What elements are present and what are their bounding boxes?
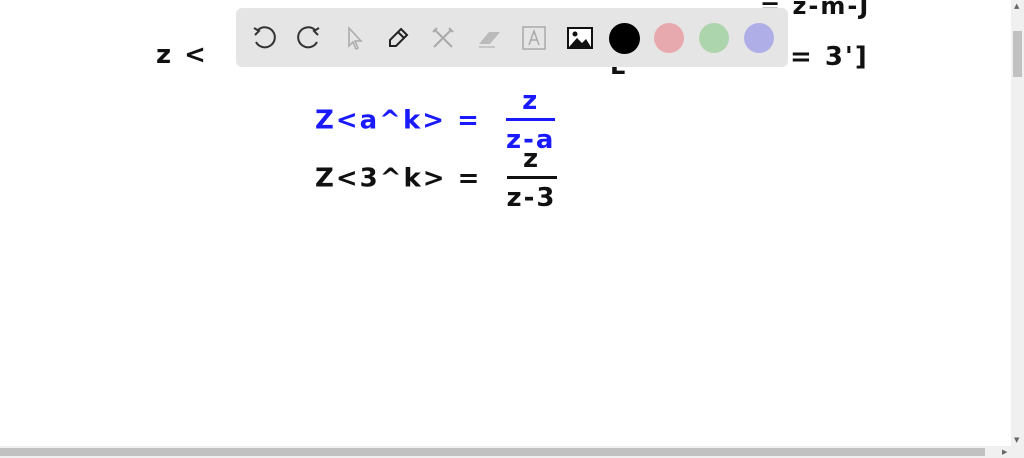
image-icon xyxy=(567,27,593,49)
formula-specific: Z<3^k> = z z-3 xyxy=(315,144,557,213)
undo-icon xyxy=(253,26,276,49)
text-button[interactable] xyxy=(518,22,550,54)
pointer-button[interactable] xyxy=(338,22,370,54)
horizontal-scroll-thumb[interactable] xyxy=(0,448,985,456)
formula-specific-fraction: z z-3 xyxy=(506,144,557,213)
image-button[interactable] xyxy=(564,22,596,54)
formula-specific-denominator: z-3 xyxy=(506,183,557,213)
tools-icon xyxy=(432,27,454,48)
eraser-button[interactable] xyxy=(473,22,505,54)
formula-general-numerator: z xyxy=(505,86,556,121)
redo-button[interactable] xyxy=(293,22,325,54)
eraser-icon xyxy=(479,32,500,48)
scroll-down-icon[interactable]: ▼ xyxy=(1014,436,1019,444)
pen-icon xyxy=(389,27,409,47)
pointer-icon xyxy=(348,26,363,51)
text-icon xyxy=(522,26,546,50)
partial-right-text: = 3'] xyxy=(790,42,869,72)
vertical-scrollbar[interactable]: ▲ ▼ xyxy=(1011,0,1024,446)
formula-specific-lhs: Z<3^k> = xyxy=(315,163,482,194)
scroll-up-icon[interactable]: ▲ xyxy=(1014,2,1019,10)
scroll-right-icon[interactable]: ▶ xyxy=(1002,448,1007,456)
redo-icon xyxy=(297,26,320,49)
formula-general-lhs: Z<a^k> = xyxy=(315,105,481,136)
color-pink[interactable] xyxy=(654,23,684,53)
pen-button[interactable] xyxy=(382,22,414,54)
color-purple[interactable] xyxy=(744,23,774,53)
drawing-toolbar xyxy=(236,8,788,67)
tools-button[interactable] xyxy=(427,22,459,54)
undo-button[interactable] xyxy=(248,22,280,54)
color-green[interactable] xyxy=(699,23,729,53)
formula-specific-numerator: z xyxy=(506,144,557,179)
vertical-scroll-thumb[interactable] xyxy=(1013,31,1022,77)
color-black[interactable] xyxy=(609,23,640,54)
partial-left-text: z < xyxy=(156,40,208,70)
horizontal-scrollbar[interactable]: ▶ xyxy=(0,446,1024,458)
